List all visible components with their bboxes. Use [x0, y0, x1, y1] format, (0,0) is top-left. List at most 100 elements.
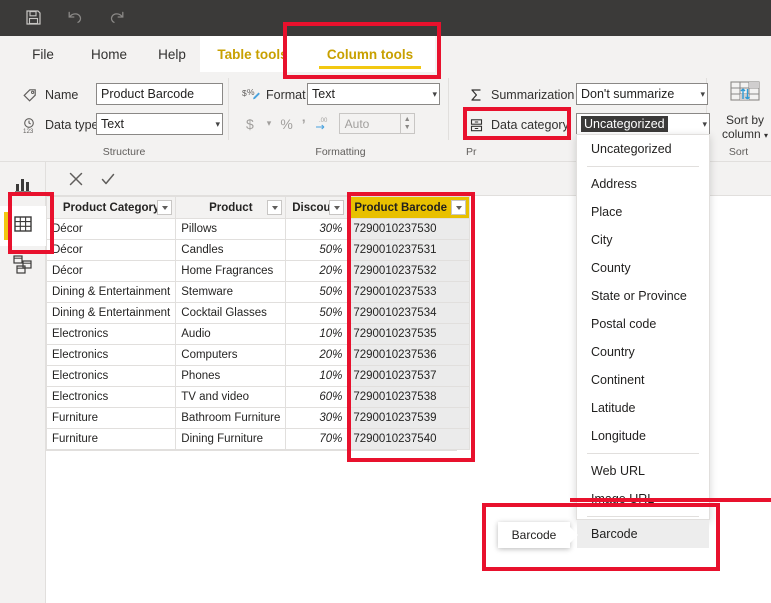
column-header-product[interactable]: Product — [175, 196, 287, 219]
cell-r9-c1[interactable]: Bathroom Furniture — [175, 407, 287, 429]
table-row[interactable]: Furniture Bathroom Furniture 30% 7290010237… — [45, 407, 471, 429]
tab-help[interactable]: Help — [148, 36, 196, 72]
cell-r8-c2[interactable]: 60% — [285, 386, 349, 408]
dropdown-item-place[interactable]: Place — [577, 198, 709, 226]
table-row[interactable]: Dining & Entertainment Cocktail Glasses 50… — [45, 302, 471, 324]
confirm-formula-icon[interactable] — [94, 167, 122, 191]
thousands-separator-button[interactable]: ’ — [302, 117, 306, 131]
dropdown-item-uncategorized[interactable]: Uncategorized — [577, 135, 709, 163]
filter-dropdown-icon[interactable] — [157, 200, 173, 215]
cell-r2-c2[interactable]: 20% — [285, 260, 349, 282]
cell-r5-c3[interactable]: 7290010237535 — [347, 323, 471, 345]
cell-r8-c1[interactable]: TV and video — [175, 386, 287, 408]
table-row[interactable]: Electronics Computers 20% 7290010237536 — [45, 344, 471, 366]
tab-column-tools[interactable]: Column tools — [305, 36, 435, 72]
cell-r1-c0[interactable]: Décor — [45, 239, 177, 261]
cell-r2-c1[interactable]: Home Fragrances — [175, 260, 287, 282]
sidebar-item-data-view[interactable] — [0, 206, 46, 246]
cancel-formula-icon[interactable] — [62, 167, 90, 191]
tab-file[interactable]: File — [22, 36, 64, 72]
decimal-places-stepper[interactable]: Auto ▲ ▼ — [338, 113, 415, 134]
format-select[interactable]: Text ▾ — [307, 83, 440, 105]
dropdown-item-continent[interactable]: Continent — [577, 366, 709, 394]
decimal-places-input[interactable]: Auto — [338, 113, 401, 134]
spinner-up-icon[interactable]: ▲ — [404, 116, 411, 124]
cell-r10-c2[interactable]: 70% — [285, 428, 349, 450]
column-header-product-barcode[interactable]: Product Barcode — [347, 196, 471, 219]
dropdown-item-country[interactable]: Country — [577, 338, 709, 366]
dropdown-item-county[interactable]: County — [577, 254, 709, 282]
cell-r3-c1[interactable]: Stemware — [175, 281, 287, 303]
cell-r5-c0[interactable]: Electronics — [45, 323, 177, 345]
column-header-product-category[interactable]: Product Category — [45, 196, 177, 219]
cell-r6-c3[interactable]: 7290010237536 — [347, 344, 471, 366]
tab-table-tools[interactable]: Table tools — [200, 36, 305, 72]
cell-r7-c2[interactable]: 10% — [285, 365, 349, 387]
cell-r10-c0[interactable]: Furniture — [45, 428, 177, 450]
cell-r2-c3[interactable]: 7290010237532 — [347, 260, 471, 282]
cell-r3-c0[interactable]: Dining & Entertainment — [45, 281, 177, 303]
table-row[interactable]: Electronics TV and video 60% 7290010237538 — [45, 386, 471, 408]
cell-r5-c2[interactable]: 10% — [285, 323, 349, 345]
redo-icon[interactable] — [106, 6, 128, 28]
dropdown-item-longitude[interactable]: Longitude — [577, 422, 709, 450]
filter-dropdown-icon[interactable] — [267, 200, 283, 215]
percent-format-button[interactable]: % — [280, 117, 292, 131]
table-row[interactable]: Décor Candles 50% 7290010237531 — [45, 239, 471, 261]
dropdown-item-city[interactable]: City — [577, 226, 709, 254]
cell-r6-c1[interactable]: Computers — [175, 344, 287, 366]
cell-r9-c3[interactable]: 7290010237539 — [347, 407, 471, 429]
cell-r0-c3[interactable]: 7290010237530 — [347, 218, 471, 240]
table-row[interactable]: Décor Home Fragrances 20% 7290010237532 — [45, 260, 471, 282]
datacategory-select[interactable]: Uncategorized ▾ — [576, 113, 710, 135]
decrease-decimals-icon[interactable]: .00 — [315, 116, 330, 132]
cell-r2-c0[interactable]: Décor — [45, 260, 177, 282]
cell-r5-c1[interactable]: Audio — [175, 323, 287, 345]
table-row[interactable]: Dining & Entertainment Stemware 50% 7290010… — [45, 281, 471, 303]
summarization-select[interactable]: Don't summarize ▾ — [576, 83, 708, 105]
dropdown-item-state-or-province[interactable]: State or Province — [577, 282, 709, 310]
cell-r4-c1[interactable]: Cocktail Glasses — [175, 302, 287, 324]
table-row[interactable]: Electronics Audio 10% 7290010237535 — [45, 323, 471, 345]
data-category-dropdown-list[interactable]: Uncategorized Address Place City County State… — [576, 134, 710, 548]
table-row[interactable]: Furniture Dining Furniture 70% 729001023754… — [45, 428, 471, 450]
sort-by-column-button[interactable]: Sort by column ▾ — [714, 80, 771, 143]
cell-r8-c3[interactable]: 7290010237538 — [347, 386, 471, 408]
table-row[interactable]: Electronics Phones 10% 7290010237537 — [45, 365, 471, 387]
datatype-select[interactable]: Text ▾ — [96, 113, 223, 135]
dropdown-item-web-url[interactable]: Web URL — [577, 457, 709, 485]
sidebar-item-model-view[interactable] — [0, 246, 46, 286]
cell-r4-c3[interactable]: 7290010237534 — [347, 302, 471, 324]
cell-r0-c2[interactable]: 30% — [285, 218, 349, 240]
decimal-places-spinner[interactable]: ▲ ▼ — [400, 113, 415, 134]
cell-r1-c1[interactable]: Candles — [175, 239, 287, 261]
save-icon[interactable] — [22, 6, 44, 28]
name-input[interactable]: Product Barcode — [96, 83, 223, 105]
spinner-down-icon[interactable]: ▼ — [404, 124, 411, 132]
cell-r4-c0[interactable]: Dining & Entertainment — [45, 302, 177, 324]
filter-dropdown-icon[interactable] — [451, 200, 467, 215]
dropdown-item-barcode[interactable]: Barcode — [577, 520, 709, 548]
cell-r10-c3[interactable]: 7290010237540 — [347, 428, 471, 450]
cell-r1-c3[interactable]: 7290010237531 — [347, 239, 471, 261]
cell-r8-c0[interactable]: Electronics — [45, 386, 177, 408]
cell-r0-c1[interactable]: Pillows — [175, 218, 287, 240]
dropdown-item-image-url[interactable]: Image URL — [577, 485, 709, 513]
undo-icon[interactable] — [64, 6, 86, 28]
cell-r3-c2[interactable]: 50% — [285, 281, 349, 303]
currency-format-button[interactable]: $ — [246, 117, 254, 131]
column-header-discount[interactable]: Discount — [285, 196, 349, 219]
cell-r0-c0[interactable]: Décor — [45, 218, 177, 240]
cell-r1-c2[interactable]: 50% — [285, 239, 349, 261]
cell-r10-c1[interactable]: Dining Furniture — [175, 428, 287, 450]
dropdown-item-postal-code[interactable]: Postal code — [577, 310, 709, 338]
sidebar-item-report-view[interactable] — [0, 166, 46, 206]
cell-r7-c0[interactable]: Electronics — [45, 365, 177, 387]
dropdown-item-address[interactable]: Address — [577, 170, 709, 198]
filter-dropdown-icon[interactable] — [329, 200, 345, 215]
cell-r6-c0[interactable]: Electronics — [45, 344, 177, 366]
cell-r4-c2[interactable]: 50% — [285, 302, 349, 324]
currency-chevron-down-icon[interactable]: ▾ — [263, 118, 272, 129]
tab-home[interactable]: Home — [80, 36, 138, 72]
table-row[interactable]: Décor Pillows 30% 7290010237530 — [45, 218, 471, 240]
